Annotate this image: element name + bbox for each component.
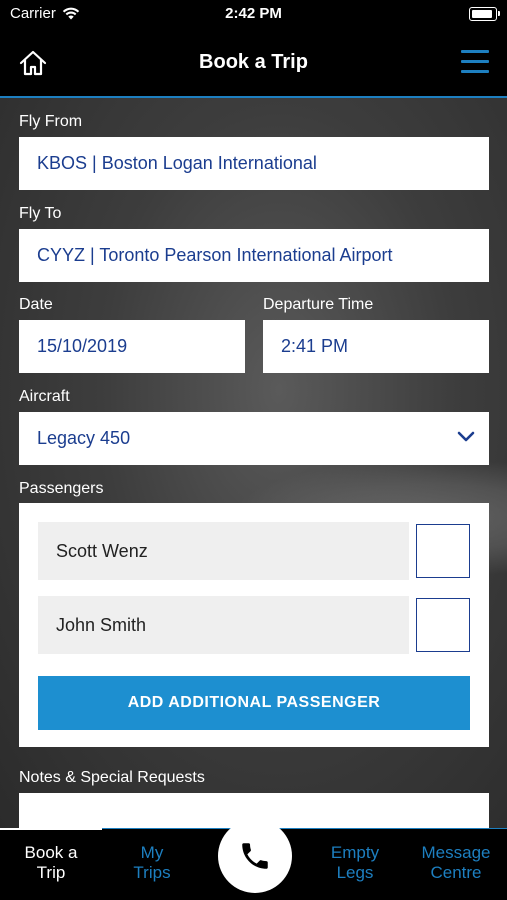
fly-to-value: CYYZ | Toronto Pearson International Air…: [37, 245, 393, 265]
tab-empty-legs[interactable]: Empty Legs: [305, 843, 405, 883]
chevron-down-icon: [457, 431, 475, 442]
departure-time-value: 2:41 PM: [281, 336, 349, 356]
passengers-label: Passengers: [19, 480, 104, 497]
passenger-checkbox[interactable]: [416, 524, 470, 578]
page-title: Book a Trip: [199, 51, 308, 73]
fly-to-field[interactable]: CYYZ | Toronto Pearson International Air…: [19, 229, 489, 282]
add-passenger-button[interactable]: ADD ADDITIONAL PASSENGER: [38, 676, 470, 730]
tab-label: Centre: [430, 863, 482, 882]
passenger-name: John Smith: [56, 614, 147, 635]
tab-book-a-trip[interactable]: Book a Trip: [1, 843, 101, 883]
status-time: 2:42 PM: [225, 5, 282, 22]
tab-label: Trip: [36, 863, 66, 882]
aircraft-select[interactable]: Legacy 450: [19, 412, 489, 465]
hamburger-menu-icon[interactable]: [461, 48, 489, 76]
tab-label: Trips: [133, 863, 171, 882]
departure-time-field[interactable]: 2:41 PM: [263, 320, 489, 373]
tab-my-trips[interactable]: My Trips: [102, 843, 202, 883]
call-button[interactable]: [218, 819, 292, 893]
passenger-row: Scott Wenz: [38, 522, 409, 580]
battery-icon: [469, 7, 500, 21]
status-bar: Carrier 2:42 PM: [0, 0, 507, 30]
fly-from-field[interactable]: KBOS | Boston Logan International: [19, 137, 489, 190]
app-header: Book a Trip: [0, 30, 507, 98]
tab-label: My: [140, 843, 164, 862]
notes-label: Notes & Special Requests: [19, 769, 205, 786]
tab-label: Message: [421, 843, 491, 862]
passengers-panel: Scott Wenz John Smith ADD ADDITIONAL PAS…: [19, 503, 489, 747]
departure-time-label: Departure Time: [263, 296, 374, 313]
fly-from-label: Fly From: [19, 113, 83, 130]
date-label: Date: [19, 296, 53, 313]
active-tab-indicator: [0, 828, 102, 830]
passenger-name: Scott Wenz: [56, 540, 148, 561]
aircraft-value: Legacy 450: [37, 428, 131, 448]
tab-message-centre[interactable]: Message Centre: [406, 843, 506, 883]
passenger-row: John Smith: [38, 596, 409, 654]
passenger-checkbox[interactable]: [416, 598, 470, 652]
aircraft-label: Aircraft: [19, 388, 70, 405]
date-value: 15/10/2019: [37, 336, 128, 356]
phone-icon: [242, 843, 268, 869]
tab-label: Book a: [24, 843, 78, 862]
booking-form: Fly From KBOS | Boston Logan Internation…: [0, 98, 507, 828]
fly-from-value: KBOS | Boston Logan International: [37, 153, 317, 173]
tab-label: Empty: [330, 843, 380, 862]
bottom-tab-bar: Book a Trip My Trips Empty Legs Message …: [0, 819, 507, 900]
date-field[interactable]: 15/10/2019: [19, 320, 245, 373]
fly-to-label: Fly To: [19, 205, 62, 222]
tab-label: Legs: [336, 863, 374, 882]
